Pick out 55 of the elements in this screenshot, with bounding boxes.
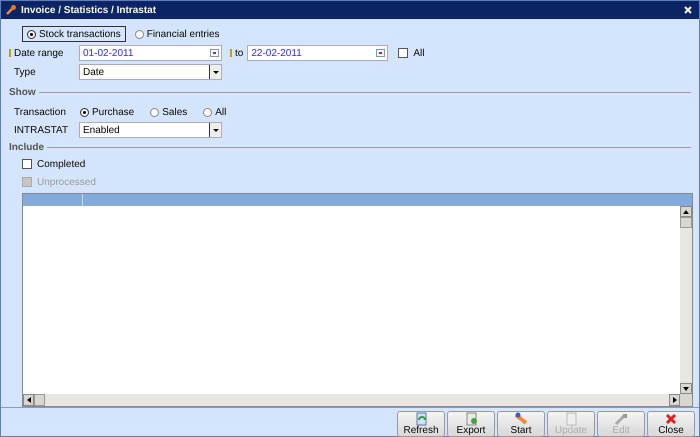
vertical-scrollbar[interactable] bbox=[680, 206, 692, 394]
field-label: Transaction bbox=[13, 106, 67, 120]
document-icon bbox=[464, 412, 478, 426]
up-arrow-icon bbox=[683, 210, 689, 214]
radio-label[interactable]: Purchase bbox=[92, 104, 134, 120]
scroll-thumb[interactable] bbox=[680, 217, 692, 228]
scroll-right-button[interactable] bbox=[669, 394, 680, 406]
section-title: Show bbox=[9, 86, 36, 100]
scrollbar-corner bbox=[680, 394, 692, 406]
checkbox-label[interactable]: Completed bbox=[37, 156, 86, 172]
toolbar-button[interactable]: Refresh bbox=[397, 410, 445, 436]
down-arrow-icon bbox=[683, 386, 689, 390]
calendar-icon[interactable] bbox=[210, 49, 219, 57]
radio-label[interactable]: Financial entries bbox=[146, 26, 220, 42]
horizontal-scrollbar[interactable] bbox=[23, 394, 680, 406]
date-input[interactable]: 01-02-2011 bbox=[79, 45, 222, 61]
field-label: to bbox=[235, 46, 244, 60]
checkbox[interactable] bbox=[398, 48, 408, 58]
dropdown-field[interactable]: Enabled bbox=[79, 122, 222, 138]
radio-label[interactable]: Stock transactions bbox=[39, 26, 121, 42]
scroll-down-button[interactable] bbox=[680, 383, 692, 394]
field-label: INTRASTAT bbox=[13, 124, 70, 138]
calendar-icon[interactable] bbox=[376, 49, 386, 57]
radio-button[interactable] bbox=[203, 108, 212, 116]
radio-button[interactable] bbox=[150, 108, 160, 116]
radio-label[interactable]: Sales bbox=[162, 104, 188, 120]
document-icon bbox=[564, 412, 578, 426]
dropdown-field[interactable]: Date bbox=[79, 64, 222, 80]
pencil-icon bbox=[614, 412, 628, 426]
date-input[interactable]: 22-02-2011 bbox=[247, 45, 388, 61]
checkbox-label: Unprocessed bbox=[37, 176, 96, 190]
toolbar-button[interactable]: Start bbox=[497, 410, 545, 436]
brush-icon bbox=[514, 412, 528, 426]
radio-button[interactable] bbox=[80, 108, 89, 116]
required-marker-icon bbox=[230, 49, 232, 57]
window-title: Invoice / Statistics / Intrastat bbox=[21, 4, 156, 18]
close-icon bbox=[664, 412, 678, 426]
scroll-up-button[interactable] bbox=[680, 206, 692, 217]
checkbox-label[interactable]: All bbox=[413, 46, 424, 60]
toolbar-button[interactable]: Close bbox=[647, 410, 695, 436]
left-arrow-icon bbox=[26, 397, 30, 403]
field-label: Type bbox=[13, 66, 37, 80]
wrench-icon bbox=[5, 4, 17, 16]
required-marker-icon bbox=[9, 49, 11, 57]
radio-button[interactable] bbox=[134, 30, 144, 38]
checkbox[interactable] bbox=[22, 159, 32, 169]
field-label: Date range bbox=[14, 46, 64, 60]
refresh-icon bbox=[414, 412, 428, 426]
scroll-thumb[interactable] bbox=[34, 394, 45, 406]
section-title: Include bbox=[9, 141, 44, 155]
radio-label[interactable]: All bbox=[215, 104, 226, 120]
right-arrow-icon bbox=[672, 397, 676, 403]
toolbar-button[interactable]: Export bbox=[447, 410, 495, 436]
radio-button[interactable] bbox=[27, 30, 36, 38]
scroll-left-button[interactable] bbox=[23, 394, 34, 406]
